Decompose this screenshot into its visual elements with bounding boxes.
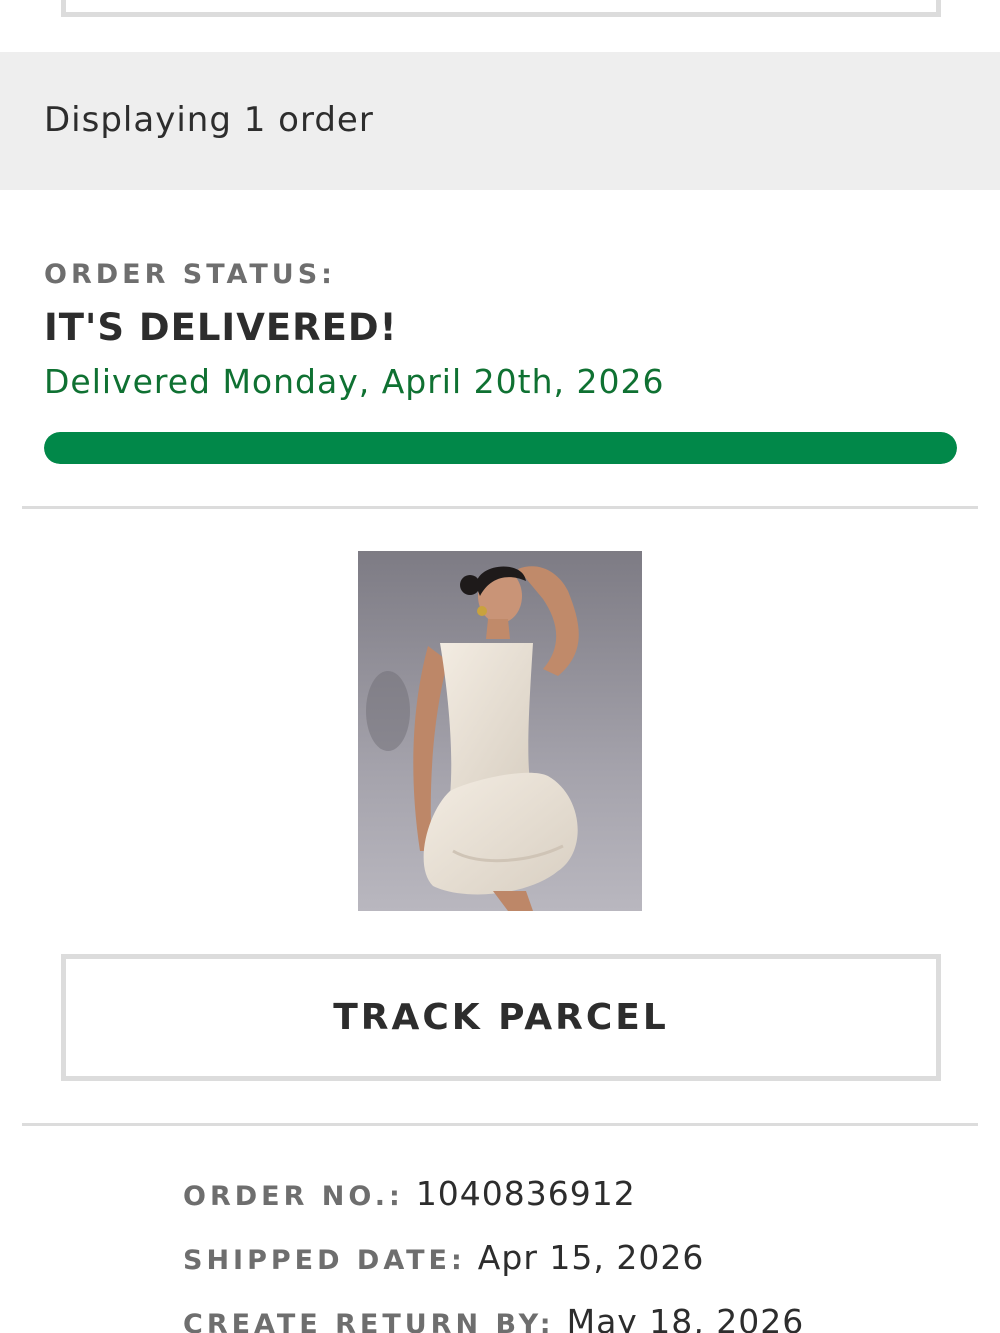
track-parcel-button[interactable]: TRACK PARCEL (61, 954, 941, 1081)
shipped-date-value: Apr 15, 2026 (477, 1238, 705, 1277)
order-status-label: ORDER STATUS: (44, 259, 336, 290)
delivery-progress-fill (44, 432, 957, 464)
return-by-value: May 18, 2026 (566, 1302, 805, 1333)
divider (22, 506, 978, 509)
delivery-progress-bar (44, 432, 957, 464)
track-parcel-label: TRACK PARCEL (333, 997, 669, 1038)
order-count-text: Displaying 1 order (44, 100, 374, 140)
previous-section-box (61, 0, 941, 17)
orders-page: Displaying 1 order ORDER STATUS: IT'S DE… (0, 0, 1000, 1333)
shipped-date-row: SHIPPED DATE: Apr 15, 2026 (183, 1238, 704, 1277)
dress-photo-illustration (358, 551, 642, 911)
order-number-label: ORDER NO.: (183, 1181, 404, 1212)
shipped-date-label: SHIPPED DATE: (183, 1245, 466, 1276)
divider (22, 1123, 978, 1126)
order-number-value: 1040836912 (415, 1174, 636, 1213)
return-by-row: CREATE RETURN BY: May 18, 2026 (183, 1302, 804, 1333)
order-status-title: IT'S DELIVERED! (44, 306, 398, 349)
delivery-date-text: Delivered Monday, April 20th, 2026 (44, 362, 665, 401)
return-by-label: CREATE RETURN BY: (183, 1309, 555, 1333)
product-image[interactable] (358, 551, 642, 911)
order-number-row: ORDER NO.: 1040836912 (183, 1174, 636, 1213)
